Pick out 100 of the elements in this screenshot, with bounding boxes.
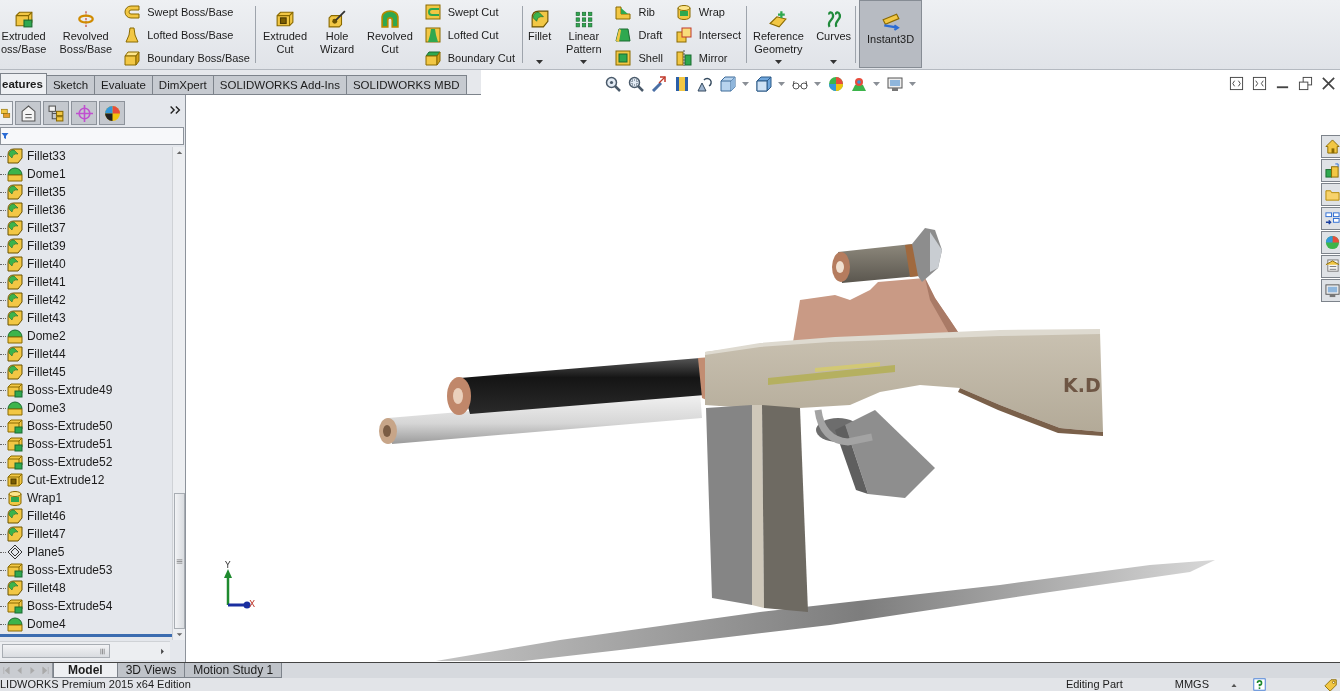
toolbar-button[interactable]: Wrap [675,1,741,24]
tree-item[interactable]: Fillet40 [0,255,172,273]
rounded-cube-icon [7,310,23,326]
tree-item[interactable]: Fillet43 [0,309,172,327]
tree-item[interactable]: Fillet44 [0,345,172,363]
toolbar-button[interactable]: Boundary Cut [424,46,515,69]
toolbar-button[interactable]: Extruded Cut [262,0,309,68]
tree-item[interactable]: Cut-Extrude12 [0,471,172,489]
bell-shape-icon [124,27,141,43]
toolbar-button[interactable]: Lofted Cut [424,23,515,47]
cube-view-icon[interactable] [720,75,736,92]
dot-grid-icon [574,10,593,28]
panel-tab[interactable] [15,101,41,125]
tree-item[interactable]: Fillet45 [0,363,172,381]
tab[interactable]: Evaluate [94,75,153,94]
help-icon[interactable] [1253,678,1266,691]
tab[interactable]: 3D Views [116,663,186,678]
axis-triad-icon [224,569,251,609]
tab[interactable]: SOLIDWORKS MBD [345,75,467,94]
shaded-cube-icon[interactable] [756,75,772,92]
double-chevron-icon[interactable] [168,103,182,117]
tab[interactable]: Model [53,663,118,678]
tree-item[interactable]: Boss-Extrude54 [0,597,172,615]
units-text[interactable]: MMGS [1174,678,1209,691]
task-pane-tab[interactable] [1321,231,1340,254]
vertical-scrollbar[interactable] [172,147,185,640]
filter-field[interactable] [0,127,184,145]
toolbar-button[interactable]: Lofted Boss/Base [124,23,250,47]
tree-item[interactable]: Fillet36 [0,201,172,219]
toggle-button[interactable]: Instant3D [859,0,923,68]
color-ball-icon[interactable] [828,75,844,92]
tab[interactable]: eatures [0,73,47,94]
toolbar-button[interactable]: Extruded oss/Base [0,0,48,68]
tree-item[interactable]: Boss-Extrude52 [0,453,172,471]
caret-icon[interactable] [830,60,838,64]
toolbar-button[interactable]: Shell [615,46,663,69]
tree-item[interactable]: Fillet39 [0,237,172,255]
tile-left-icon[interactable] [1229,76,1244,91]
tree-item[interactable]: Dome4 [0,615,172,633]
tab[interactable]: SOLIDWORKS Add-Ins [212,75,347,94]
restore-icon[interactable] [1298,76,1313,91]
tree-item[interactable]: Fillet42 [0,291,172,309]
tree-item[interactable]: Fillet35 [0,183,172,201]
rotate-arrows-icon[interactable] [697,75,713,92]
caret-icon[interactable] [774,60,782,64]
tree-item[interactable]: Boss-Extrude50 [0,417,172,435]
magnifier-icon[interactable] [605,75,621,92]
toolbar-button[interactable]: Rib [615,1,663,24]
tree-item[interactable]: Fillet33 [0,147,172,165]
tree-item[interactable]: Boss-Extrude53 [0,561,172,579]
scrollbar-thumb[interactable] [173,493,185,629]
task-pane-tab[interactable] [1321,207,1340,230]
caret-icon[interactable] [536,60,544,64]
magnifier-icon[interactable] [628,75,644,92]
toolbar-button[interactable]: Revolved Cut [366,0,414,68]
task-pane-tab[interactable] [1321,279,1340,302]
tree-item[interactable]: Dome3 [0,399,172,417]
tag-icon[interactable] [1324,677,1338,691]
toolbar-button[interactable]: Linear Pattern [565,0,603,68]
task-pane-tab[interactable] [1321,159,1340,182]
toolbar-button[interactable]: Intersect [675,23,741,47]
tab[interactable]: DimXpert [151,75,214,94]
toolbar-button[interactable]: Swept Boss/Base [124,1,250,24]
tree-item[interactable]: Boss-Extrude51 [0,435,172,453]
tab[interactable]: Motion Study 1 [184,663,283,678]
tree-item[interactable]: Fillet46 [0,507,172,525]
tree-item[interactable]: Boss-Extrude49 [0,381,172,399]
toolbar-button[interactable]: Hole Wizard [318,0,356,68]
tree-item[interactable]: Fillet47 [0,525,172,543]
tile-right-icon[interactable] [1252,76,1267,91]
toolbar-button[interactable]: Curves [815,0,852,68]
toolbar-button[interactable]: Draft [615,23,663,47]
monitor-icon[interactable] [887,75,903,92]
toolbar-button[interactable]: Revolved Boss/Base [58,0,114,68]
toolbar-button[interactable]: Mirror [675,46,741,69]
toolbar-button[interactable]: Reference Geometry [752,0,805,68]
pointer-arrow-icon[interactable] [651,75,667,92]
tree-item[interactable]: Wrap1 [0,489,172,507]
tree-item[interactable]: Dome1 [0,165,172,183]
task-pane-tab[interactable] [1321,183,1340,206]
panel-tab[interactable] [43,101,69,125]
task-pane-tab[interactable] [1321,255,1340,278]
tree-item[interactable]: Fillet41 [0,273,172,291]
tree-item[interactable]: Plane5 [0,543,172,561]
caret-icon[interactable] [580,60,588,64]
toolbar-button[interactable]: Boundary Boss/Base [124,46,250,69]
panel-tab[interactable] [99,101,125,125]
task-pane-tab[interactable] [1321,135,1340,158]
close-icon[interactable] [1321,76,1336,91]
tree-item[interactable]: Fillet37 [0,219,172,237]
toolbar-button[interactable]: Swept Cut [424,1,515,24]
toolbar-button[interactable]: Fillet [527,0,553,68]
horizontal-scrollbar[interactable] [0,641,170,660]
section-view-icon[interactable] [674,75,690,92]
graphics-area[interactable]: K.D Y X [186,95,1340,662]
tab[interactable]: Sketch [45,75,96,94]
scrollbar-thumb[interactable] [2,644,110,658]
tree-item[interactable]: Dome2 [0,327,172,345]
tree-item[interactable]: Fillet48 [0,579,172,597]
scene-icon[interactable] [851,75,867,92]
